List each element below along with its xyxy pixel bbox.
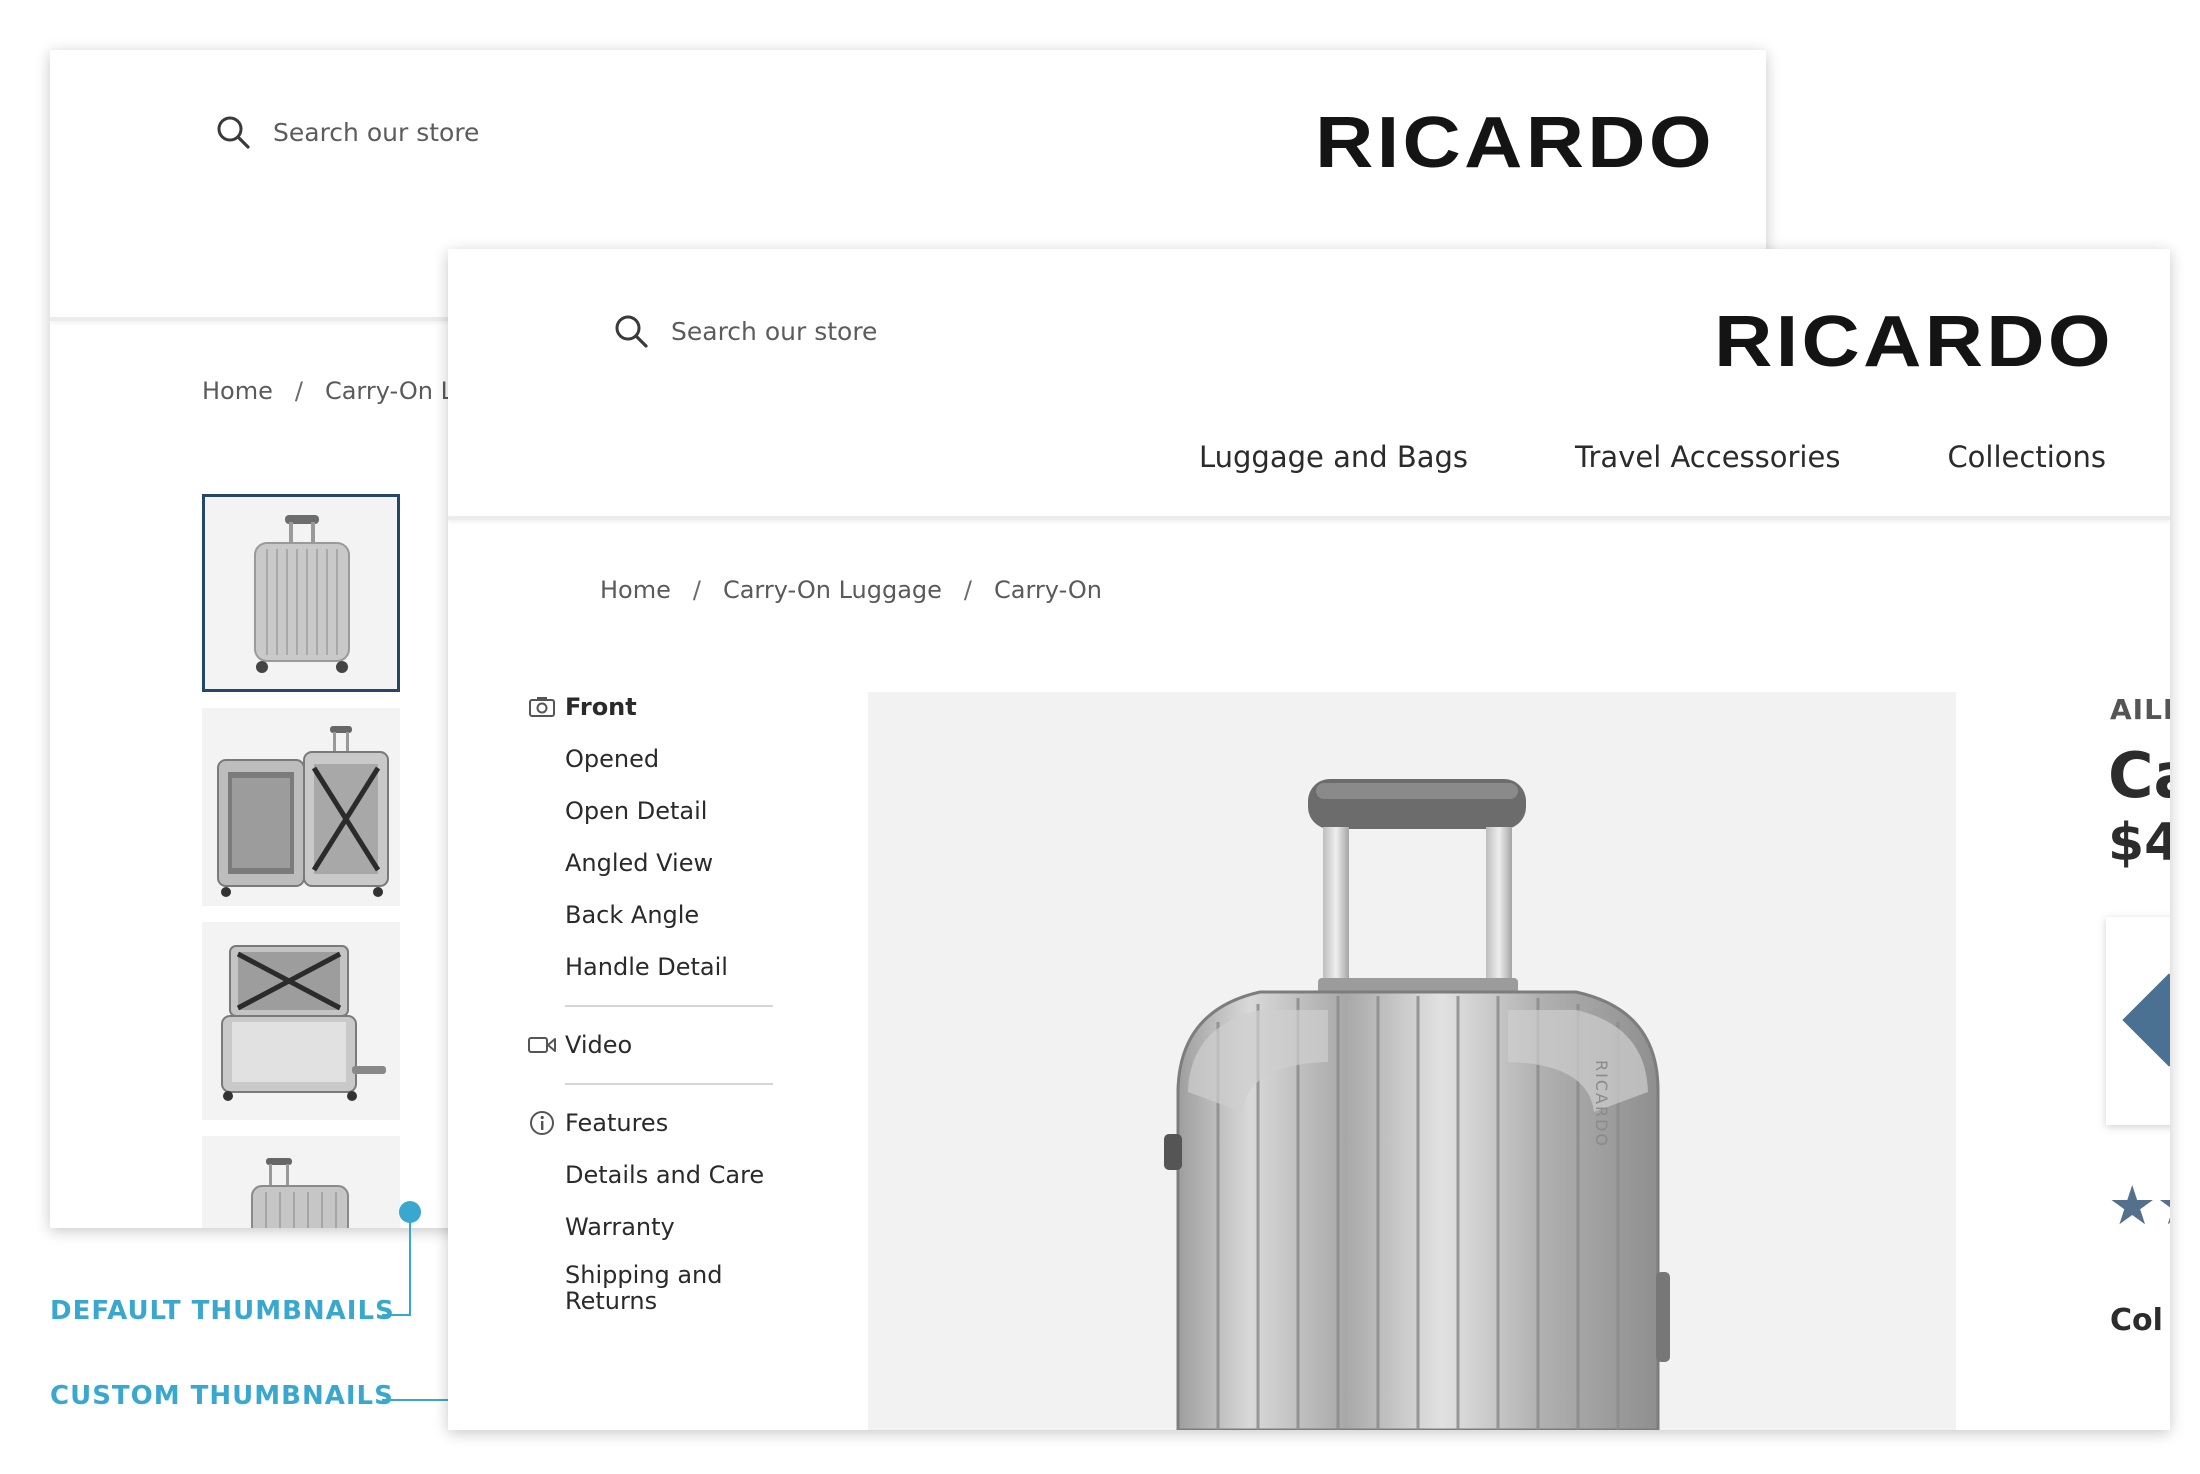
breadcrumb-home[interactable]: Home	[600, 576, 671, 604]
camera-icon	[528, 693, 556, 721]
callout-connector	[409, 1222, 411, 1316]
color-label: Col	[2110, 1303, 2163, 1338]
header-divider	[448, 516, 2170, 520]
menu-label-open-detail[interactable]: Open Detail	[565, 797, 707, 825]
nav-luggage-and-bags[interactable]: Luggage and Bags	[1199, 440, 1468, 474]
breadcrumb-separator: /	[692, 576, 701, 604]
thumbnail-angled[interactable]	[202, 1136, 400, 1228]
menu-label-warranty[interactable]: Warranty	[565, 1213, 675, 1241]
color-option-card[interactable]	[2106, 917, 2170, 1125]
breadcrumb-home[interactable]: Home	[202, 377, 273, 405]
breadcrumb-separator: /	[963, 576, 973, 604]
main-nav: Luggage and Bags Travel Accessories Coll…	[1199, 440, 2170, 474]
search-icon[interactable]	[613, 313, 649, 349]
logo-text: RICARDO	[1714, 302, 2114, 382]
store-logo[interactable]: RICARDO	[1468, 297, 2114, 387]
thumbnail-open-detail[interactable]	[202, 922, 400, 1120]
logo-text: RICARDO	[1315, 103, 1715, 183]
product-price: $4	[2108, 813, 2170, 873]
suitcase-brand-engraving: RICARDO	[1592, 1060, 1611, 1148]
search-input[interactable]	[273, 117, 633, 147]
menu-divider	[565, 1083, 773, 1085]
suitcase-opened-image	[217, 726, 389, 897]
product-brand: AILE	[2110, 693, 2170, 726]
menu-label-returns[interactable]: Returns	[565, 1287, 657, 1315]
breadcrumb-separator: /	[294, 377, 303, 405]
default-thumbnails-marker	[399, 1201, 421, 1223]
info-icon	[528, 1109, 556, 1137]
suitcase-front-image	[254, 515, 350, 673]
menu-label-features[interactable]: Features	[565, 1109, 668, 1137]
breadcrumb: Home / Carry-On L	[202, 377, 454, 405]
search-bar[interactable]	[613, 313, 1031, 349]
suitcase-main-image: RICARDO	[1164, 779, 1670, 1430]
store-logo[interactable]: RICARDO	[1070, 98, 1715, 188]
breadcrumb-category[interactable]: Carry-On Luggage	[723, 576, 942, 604]
menu-label-video[interactable]: Video	[565, 1031, 632, 1059]
suitcase-open-detail-image	[221, 945, 386, 1101]
search-icon[interactable]	[215, 114, 251, 150]
default-thumbnails-label: DEFAULT THUMBNAILS	[50, 1296, 395, 1326]
menu-label-shipping[interactable]: Shipping and	[565, 1261, 722, 1289]
color-swatch[interactable]	[2122, 973, 2170, 1067]
breadcrumb-category[interactable]: Carry-On L	[325, 377, 454, 405]
menu-divider	[565, 1005, 773, 1007]
search-input[interactable]	[671, 316, 1031, 346]
menu-label-handle-detail[interactable]: Handle Detail	[565, 953, 728, 981]
menu-label-angled-view[interactable]: Angled View	[565, 849, 713, 877]
thumbnail-front[interactable]	[202, 494, 400, 692]
nav-travel-accessories[interactable]: Travel Accessories	[1575, 440, 1840, 474]
breadcrumb-current[interactable]: Carry-On	[994, 576, 1102, 604]
thumbnail-opened[interactable]	[202, 708, 400, 906]
video-icon	[528, 1031, 556, 1059]
main-product-image[interactable]: RICARDO	[868, 692, 1956, 1430]
custom-thumbnails-label: CUSTOM THUMBNAILS	[50, 1381, 394, 1411]
menu-label-front[interactable]: Front	[565, 693, 637, 721]
menu-label-back-angle[interactable]: Back Angle	[565, 901, 699, 929]
product-title: Ca	[2108, 739, 2170, 812]
suitcase-angled-image	[251, 1158, 349, 1228]
custom-thumbnails-window: RICARDO Luggage and Bags Travel Accessor…	[448, 249, 2170, 1430]
product-rating-stars[interactable]: ★★	[2108, 1179, 2170, 1233]
menu-label-details-and-care[interactable]: Details and Care	[565, 1161, 764, 1189]
nav-collections[interactable]: Collections	[1947, 440, 2106, 474]
breadcrumb: Home / Carry-On Luggage / Carry-On	[600, 576, 1102, 604]
menu-label-opened[interactable]: Opened	[565, 745, 659, 773]
search-bar[interactable]	[215, 114, 633, 150]
